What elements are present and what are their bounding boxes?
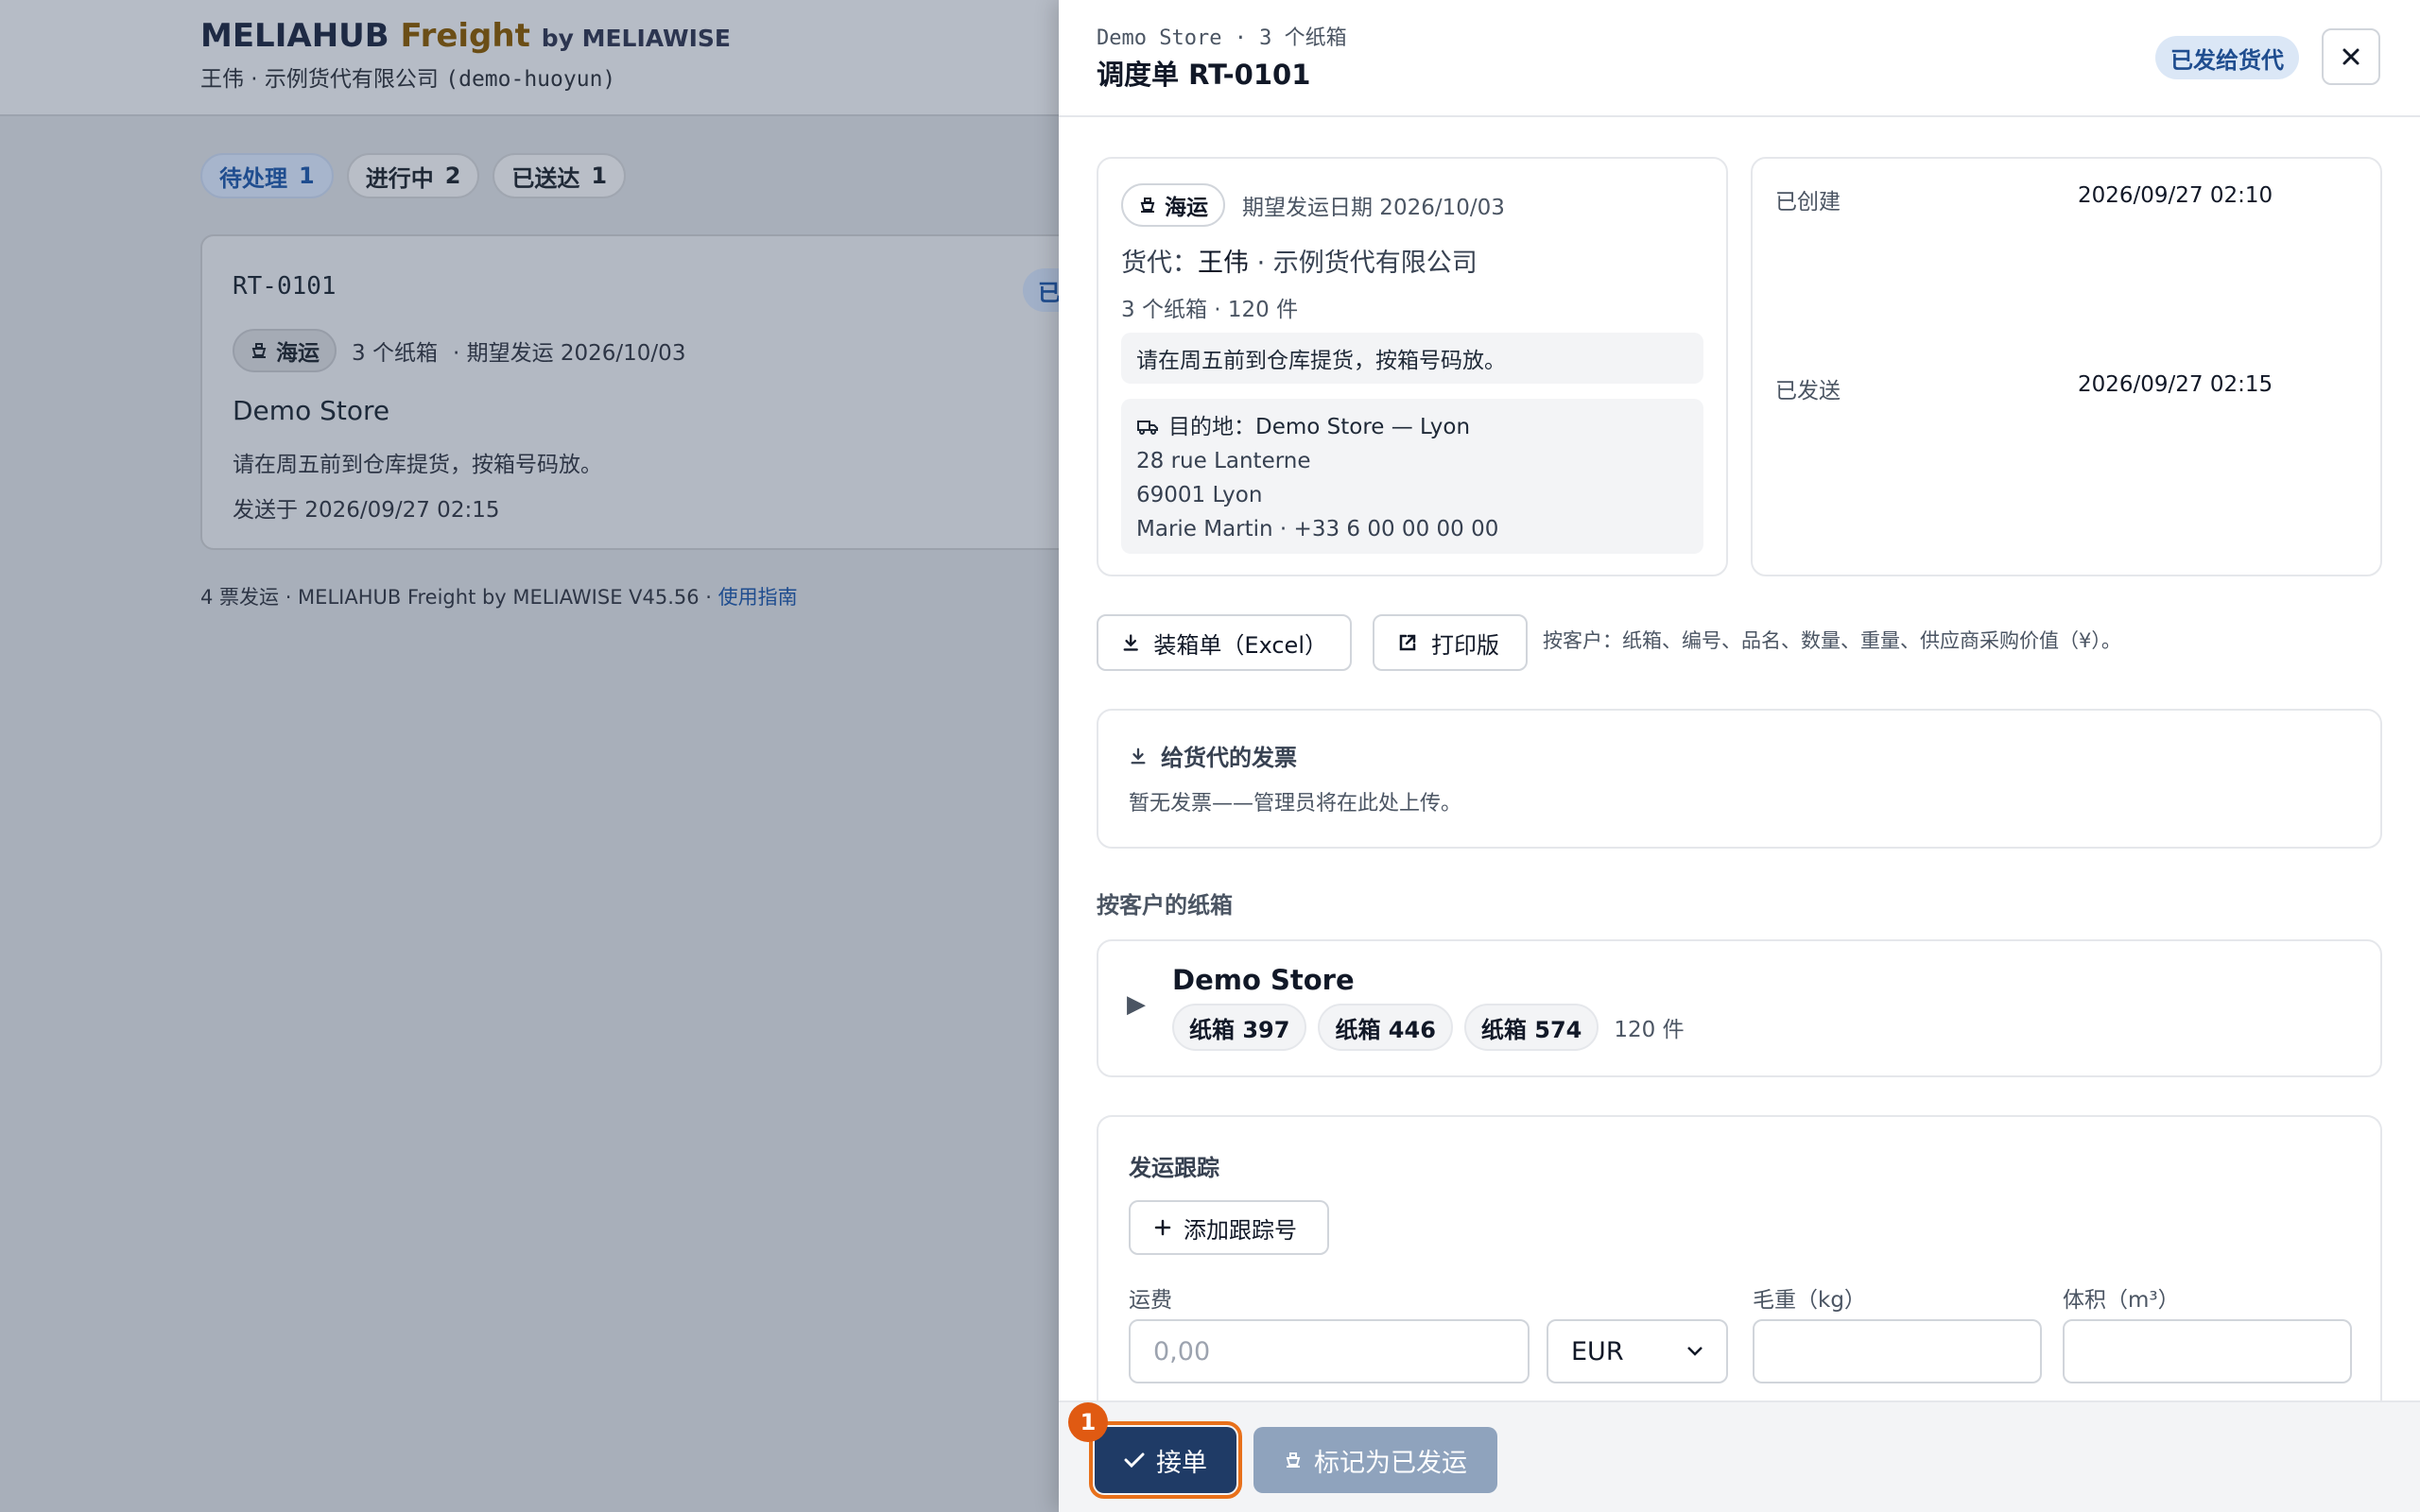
sent-time: 发送于 2026/09/27 02:15 xyxy=(233,498,500,523)
destination-block: 目的地：Demo Store — Lyon 28 rue Lanterne 69… xyxy=(1121,399,1703,554)
accept-button[interactable]: 接单 xyxy=(1089,1421,1242,1499)
status-badge: 已发给货代 xyxy=(2155,36,2299,79)
mode-row: 海运 期望发运日期 2026/10/03 xyxy=(1121,183,1505,227)
store-name: Demo Store xyxy=(233,395,390,426)
tab-pending[interactable]: 待处理 1 xyxy=(200,153,334,198)
customer-boxes: 纸箱 397 纸箱 446 纸箱 574 120 件 xyxy=(1172,1004,1685,1051)
close-icon xyxy=(2342,48,2360,65)
shipment-ref: RT-0101 xyxy=(233,272,337,301)
shipment-info-card: 海运 期望发运日期 2026/10/03 货代：王伟 · 示例货代有限公司 3 … xyxy=(1097,157,1728,576)
instruction-note: 请在周五前到仓库提货，按箱号码放。 xyxy=(1121,333,1703,384)
volume-label: 体积（m³） xyxy=(2063,1288,2180,1313)
expand-caret-icon[interactable]: ▶ xyxy=(1127,990,1146,1019)
shipment-meta: 海运 3 个纸箱 · 期望发运 2026/10/03 xyxy=(233,329,685,372)
timeline-card: 已创建 2026/09/27 02:10 已发送 2026/09/27 02:1… xyxy=(1751,157,2382,576)
guide-link[interactable]: 使用指南 xyxy=(718,586,798,609)
invoice-title: 给货代的发票 xyxy=(1161,745,1297,771)
packing-list-hint: 按客户：纸箱、编号、品名、数量、重量、供应商采购价值（¥）。 xyxy=(1543,629,2121,652)
close-button[interactable] xyxy=(2322,28,2380,85)
invoice-card: 给货代的发票 暂无发票——管理员将在此处上传。 xyxy=(1097,709,2382,849)
expected-date: 期望发运日期 2026/10/03 xyxy=(1242,196,1505,220)
panel-header: Demo Store · 3 个纸箱 调度单 RT-0101 已发给货代 xyxy=(1059,0,2420,117)
user-info: 王伟 · 示例货代有限公司 (demo-huoyun) xyxy=(200,67,616,92)
weight-input[interactable] xyxy=(1753,1319,2042,1383)
volume-input[interactable] xyxy=(2063,1319,2352,1383)
ship-icon xyxy=(1286,1452,1301,1468)
panel-subtitle: Demo Store · 3 个纸箱 xyxy=(1097,26,1347,50)
customer-pieces: 120 件 xyxy=(1614,1018,1685,1042)
forwarder: 货代：王伟 · 示例货代有限公司 xyxy=(1121,249,1478,278)
customers-section-label: 按客户的纸箱 xyxy=(1097,892,1233,919)
box-pill: 纸箱 397 xyxy=(1172,1004,1307,1051)
mode-pill: 海运 xyxy=(1121,183,1225,227)
download-icon xyxy=(1123,634,1138,651)
print-button[interactable]: 打印版 xyxy=(1373,614,1528,671)
box-pill: 纸箱 446 xyxy=(1318,1004,1453,1051)
contact-line: Marie Martin · +33 6 00 00 00 00 xyxy=(1136,517,1499,541)
dispatch-panel: Demo Store · 3 个纸箱 调度单 RT-0101 已发给货代 海运 … xyxy=(1059,0,2420,1512)
packing-list-excel-button[interactable]: 装箱单（Excel） xyxy=(1097,614,1352,671)
address-line-2: 69001 Lyon xyxy=(1136,483,1263,507)
ship-icon xyxy=(1140,198,1155,213)
customer-name: Demo Store xyxy=(1172,964,1355,996)
timeline-value: 2026/09/27 02:15 xyxy=(2078,372,2273,397)
timeline-value: 2026/09/27 02:10 xyxy=(2078,183,2273,208)
external-link-icon xyxy=(1399,634,1416,651)
add-tracking-button[interactable]: 添加跟踪号 xyxy=(1129,1200,1329,1255)
plus-icon xyxy=(1154,1219,1171,1236)
currency-select[interactable]: EUR xyxy=(1547,1319,1728,1383)
ship-icon xyxy=(251,343,267,358)
mark-shipped-button[interactable]: 标记为已发运 xyxy=(1253,1427,1497,1493)
tab-delivered[interactable]: 已送达 1 xyxy=(493,153,627,198)
chevron-down-icon xyxy=(1687,1347,1703,1356)
weight-label: 毛重（kg） xyxy=(1753,1288,1866,1313)
box-pill: 纸箱 574 xyxy=(1463,1004,1599,1051)
brand-logo: MELIAHUB Freight by MELIAWISE xyxy=(200,17,731,55)
mode-pill: 海运 xyxy=(233,329,337,372)
box-piece-count: 3 个纸箱 · 120 件 xyxy=(1121,298,1299,322)
timeline-label: 已创建 xyxy=(1775,190,1841,215)
shipment-note: 请在周五前到仓库提货，按箱号码放。 xyxy=(233,453,602,477)
freight-input[interactable]: 0,00 xyxy=(1129,1319,1530,1383)
truck-icon xyxy=(1137,421,1158,435)
app-footer: 4 票发运 · MELIAHUB Freight by MELIAWISE V4… xyxy=(200,586,798,609)
check-icon xyxy=(1124,1452,1145,1469)
panel-footer: 接单 1 标记为已发运 xyxy=(1059,1400,2420,1512)
status-tabs: 待处理 1 进行中 2 已送达 1 xyxy=(200,153,627,198)
tab-in-progress[interactable]: 进行中 2 xyxy=(346,153,480,198)
panel-title: 调度单 RT-0101 xyxy=(1097,59,1311,91)
step-marker: 1 xyxy=(1068,1402,1108,1442)
customer-row[interactable]: ▶ Demo Store 纸箱 397 纸箱 446 纸箱 574 120 件 xyxy=(1097,939,2382,1077)
destination-label: 目的地：Demo Store — Lyon xyxy=(1168,415,1471,439)
freight-label: 运费 xyxy=(1129,1288,1172,1313)
tracking-title: 发运跟踪 xyxy=(1129,1155,1219,1181)
timeline-label: 已发送 xyxy=(1775,379,1841,404)
invoice-empty-text: 暂无发票——管理员将在此处上传。 xyxy=(1129,792,1462,816)
download-icon xyxy=(1131,747,1146,764)
address-line-1: 28 rue Lanterne xyxy=(1136,449,1311,473)
shipment-card[interactable]: RT-0101 已 海运 3 个纸箱 · 期望发运 2026/10/03 Dem… xyxy=(200,234,1146,550)
